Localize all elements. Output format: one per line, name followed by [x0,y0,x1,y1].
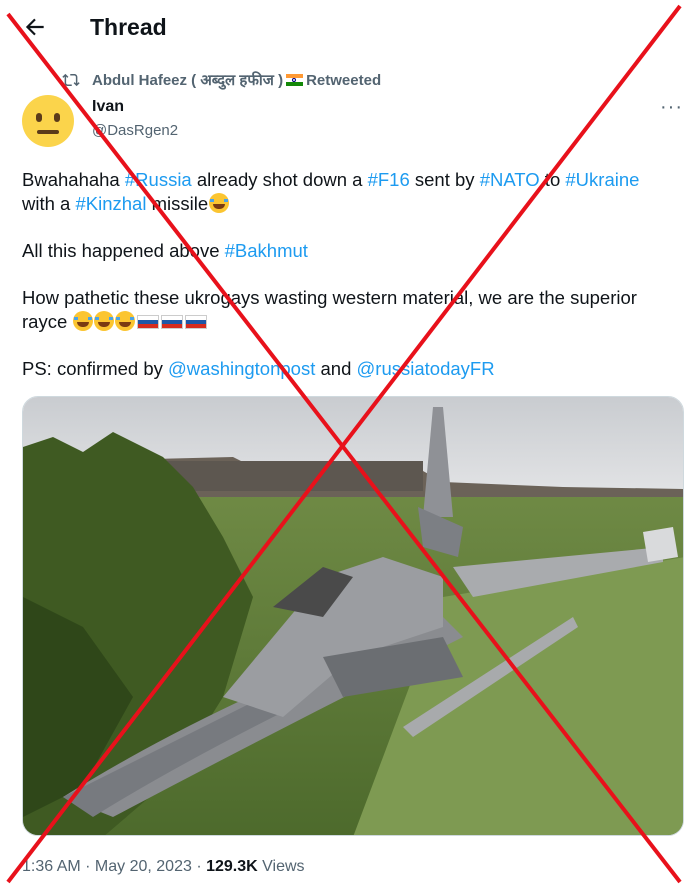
hashtag-link[interactable]: #Ukraine [565,169,639,190]
retweeted-label: Retweeted [306,71,382,89]
arrow-left-icon[interactable] [22,14,48,40]
avatar-eye [54,113,60,122]
tweet-paragraph-1: Bwahahaha #Russia already shot down a #F… [22,168,662,216]
retweet-context[interactable]: Abdul Hafeez ( अब्दुल हफीज ) Retweeted [62,70,381,90]
tweet-timestamp[interactable]: 1:36 AM · May 20, 2023 · [22,858,206,875]
mention-washingtonpost[interactable]: @washingtonpost [168,358,315,379]
tweet-text-span: already shot down a [191,169,368,190]
tweet-text-span: PS: confirmed by [22,358,169,379]
mention-russiatodayfr[interactable]: @russiatodayFR [357,358,495,379]
crashed-jet-photo [23,397,683,835]
russia-flag-icon [185,315,208,329]
avatar-mouth [37,130,59,134]
tweet-paragraph-4: PS: confirmed by @washingtonpost and @ru… [22,357,662,381]
hashtag-link[interactable]: #F16 [368,169,410,190]
laughing-emoji-icon [209,193,230,213]
retweet-icon [62,73,80,87]
hashtag-link[interactable]: #Kinzhal [75,193,146,214]
retweeter-name[interactable]: Abdul Hafeez ( अब्दुल हफीज ) [92,70,283,90]
thread-header: Thread [0,0,688,58]
tweet-text-span: to [539,169,566,190]
tweet-meta: 1:36 AM · May 20, 2023 · 129.3K Views [22,858,305,876]
russia-flag-icon [137,315,160,329]
more-horizontal-icon[interactable]: ··· [660,96,683,119]
tweet-text-span: How pathetic these ukrogays wasting west… [22,287,637,332]
author-name[interactable]: Ivan [92,98,124,116]
russia-flag-icon [161,315,184,329]
hashtag-bakhmut[interactable]: #Bakhmut [225,240,308,261]
tweet-photo[interactable] [22,396,684,836]
laughing-emoji-icon [94,311,115,331]
tweet-paragraph-3: How pathetic these ukrogays wasting west… [22,286,662,334]
hashtag-link[interactable]: #NATO [480,169,540,190]
laughing-emoji-icon [115,311,136,331]
tweet-text-span: sent by [409,169,480,190]
tweet-text-span: Bwahahaha [22,169,125,190]
india-flag-icon [286,74,304,86]
laughing-emoji-icon [73,311,94,331]
hashtag-link[interactable]: #Russia [125,169,192,190]
page-title: Thread [90,14,167,40]
avatar-eye [36,113,42,122]
views-count: 129.3K [206,858,258,875]
views-label: Views [257,858,305,875]
tweet-text-span: All this happened above [22,240,225,261]
tweet-text-span: and [315,358,357,379]
avatar[interactable] [22,95,74,147]
tweet-text-span: missile [146,193,209,214]
author-handle[interactable]: @DasRgen2 [92,122,178,139]
tweet-paragraph-2: All this happened above #Bakhmut [22,239,662,263]
tweet-text: Bwahahaha #Russia already shot down a #F… [22,168,662,404]
tweet-text-span: with a [22,193,76,214]
